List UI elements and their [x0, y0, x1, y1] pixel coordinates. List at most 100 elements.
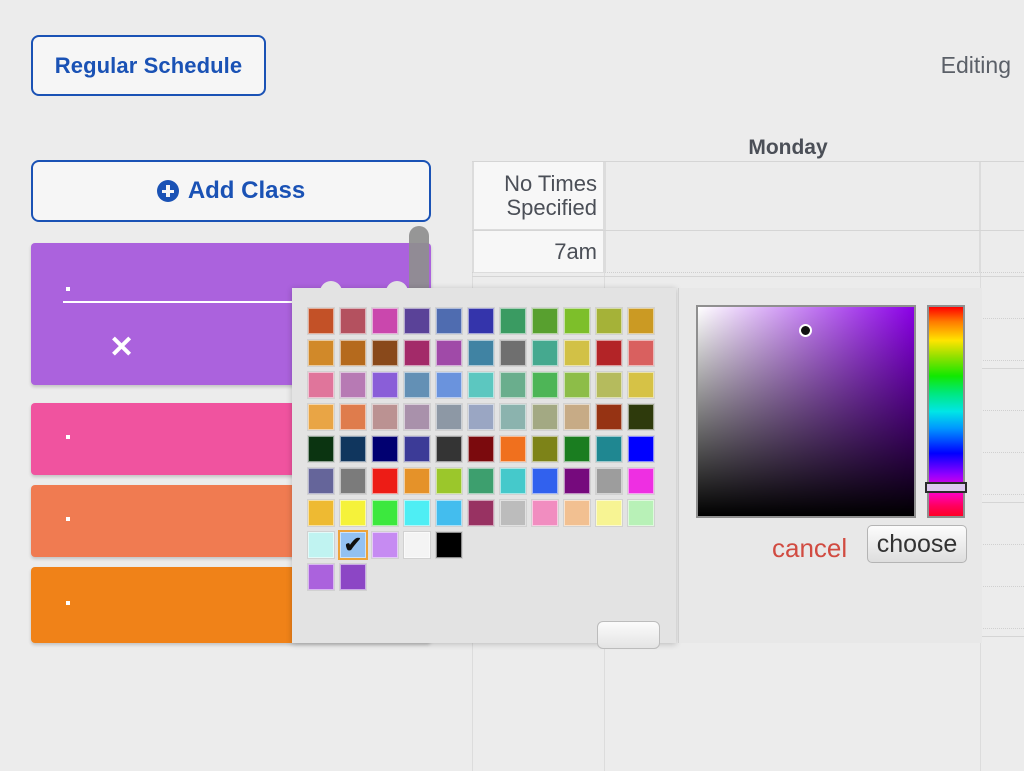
- color-swatch-fill[interactable]: [532, 436, 558, 462]
- schedule-cell-monday-no-times[interactable]: [605, 162, 980, 230]
- color-swatch[interactable]: [305, 433, 337, 465]
- color-swatch-fill[interactable]: [500, 404, 526, 430]
- color-swatch[interactable]: [369, 465, 401, 497]
- color-swatch[interactable]: [561, 401, 593, 433]
- color-swatch-fill[interactable]: [340, 564, 366, 590]
- color-swatch-fill[interactable]: [596, 308, 622, 334]
- color-swatch[interactable]: [369, 369, 401, 401]
- color-swatch-fill[interactable]: [468, 404, 494, 430]
- color-swatch-fill[interactable]: [564, 308, 590, 334]
- color-swatch[interactable]: [625, 401, 657, 433]
- color-swatch[interactable]: [529, 337, 561, 369]
- color-swatch-fill[interactable]: [596, 404, 622, 430]
- color-swatch-fill[interactable]: [404, 340, 430, 366]
- color-swatch[interactable]: [529, 369, 561, 401]
- color-swatch[interactable]: [561, 497, 593, 529]
- color-swatch-fill[interactable]: [404, 468, 430, 494]
- color-swatch-fill[interactable]: [340, 404, 366, 430]
- color-swatch-fill[interactable]: [340, 468, 366, 494]
- color-swatch[interactable]: [369, 497, 401, 529]
- color-swatch-fill[interactable]: [596, 468, 622, 494]
- color-swatch-fill[interactable]: [372, 532, 398, 558]
- color-swatch-fill[interactable]: [308, 340, 334, 366]
- color-swatch-fill[interactable]: [404, 404, 430, 430]
- color-swatch[interactable]: [369, 529, 401, 561]
- color-swatch-fill[interactable]: [500, 340, 526, 366]
- color-swatch-fill[interactable]: [468, 340, 494, 366]
- color-swatch-fill[interactable]: [340, 436, 366, 462]
- color-swatch-fill[interactable]: [628, 468, 654, 494]
- color-swatch[interactable]: [561, 433, 593, 465]
- color-swatch-fill[interactable]: [372, 500, 398, 526]
- color-swatch-fill[interactable]: [500, 372, 526, 398]
- color-swatch[interactable]: [401, 529, 433, 561]
- color-swatch-fill[interactable]: [468, 308, 494, 334]
- color-swatch[interactable]: [337, 497, 369, 529]
- color-swatch[interactable]: [625, 465, 657, 497]
- color-swatch-fill[interactable]: [596, 340, 622, 366]
- color-swatch[interactable]: [337, 561, 369, 593]
- color-swatch[interactable]: [433, 433, 465, 465]
- color-swatch-fill[interactable]: [564, 500, 590, 526]
- color-swatch-fill[interactable]: [500, 308, 526, 334]
- color-swatch[interactable]: [465, 337, 497, 369]
- color-swatch[interactable]: [433, 337, 465, 369]
- schedule-cell-monday-7am[interactable]: [605, 231, 980, 273]
- color-swatch-fill[interactable]: [372, 468, 398, 494]
- color-swatch-fill[interactable]: [500, 468, 526, 494]
- color-swatch-fill[interactable]: [436, 436, 462, 462]
- color-swatch[interactable]: [305, 305, 337, 337]
- color-swatch-fill[interactable]: [308, 500, 334, 526]
- color-swatch-fill[interactable]: [436, 500, 462, 526]
- color-swatch-fill[interactable]: [500, 436, 526, 462]
- color-swatch-fill[interactable]: [628, 500, 654, 526]
- color-swatch[interactable]: [529, 497, 561, 529]
- color-swatch[interactable]: [561, 465, 593, 497]
- color-swatch-fill[interactable]: [340, 340, 366, 366]
- color-swatch[interactable]: [529, 305, 561, 337]
- color-swatch[interactable]: [561, 305, 593, 337]
- color-swatch-fill[interactable]: [436, 372, 462, 398]
- color-swatch[interactable]: [465, 465, 497, 497]
- color-swatch[interactable]: [465, 305, 497, 337]
- color-swatch-fill[interactable]: [436, 468, 462, 494]
- color-swatch[interactable]: [529, 433, 561, 465]
- color-swatch-fill[interactable]: [436, 532, 462, 558]
- color-swatch-fill[interactable]: [564, 404, 590, 430]
- color-swatch-fill[interactable]: [436, 308, 462, 334]
- color-swatch-fill[interactable]: [468, 500, 494, 526]
- color-swatch-fill[interactable]: [564, 436, 590, 462]
- color-swatch[interactable]: [305, 529, 337, 561]
- color-swatch-fill[interactable]: [436, 340, 462, 366]
- color-swatch[interactable]: [305, 337, 337, 369]
- color-swatch-fill[interactable]: [404, 532, 430, 558]
- color-swatch-fill[interactable]: [468, 436, 494, 462]
- color-swatch[interactable]: [561, 369, 593, 401]
- color-swatch[interactable]: [625, 433, 657, 465]
- cancel-button[interactable]: cancel: [772, 533, 847, 564]
- color-swatch-fill[interactable]: [628, 436, 654, 462]
- color-swatch-fill[interactable]: [372, 308, 398, 334]
- color-swatch[interactable]: [369, 337, 401, 369]
- remove-class-button[interactable]: ✕: [109, 333, 134, 363]
- color-swatch[interactable]: [465, 433, 497, 465]
- color-swatch[interactable]: [337, 305, 369, 337]
- color-swatch-fill[interactable]: [404, 372, 430, 398]
- color-swatch[interactable]: [305, 369, 337, 401]
- color-swatch-fill[interactable]: [500, 500, 526, 526]
- color-swatch[interactable]: [369, 305, 401, 337]
- color-swatch-fill[interactable]: [564, 340, 590, 366]
- color-swatch[interactable]: [625, 497, 657, 529]
- color-swatch[interactable]: [433, 465, 465, 497]
- color-swatch[interactable]: [305, 465, 337, 497]
- color-swatch[interactable]: [465, 369, 497, 401]
- color-swatch[interactable]: [401, 401, 433, 433]
- color-swatch[interactable]: [433, 529, 465, 561]
- color-swatch-fill[interactable]: [532, 468, 558, 494]
- color-swatch-fill[interactable]: [372, 436, 398, 462]
- color-swatch-fill[interactable]: [404, 436, 430, 462]
- color-swatch-fill[interactable]: [532, 372, 558, 398]
- palette-footer-button[interactable]: [597, 621, 660, 649]
- color-swatch[interactable]: [497, 433, 529, 465]
- color-swatch[interactable]: [433, 369, 465, 401]
